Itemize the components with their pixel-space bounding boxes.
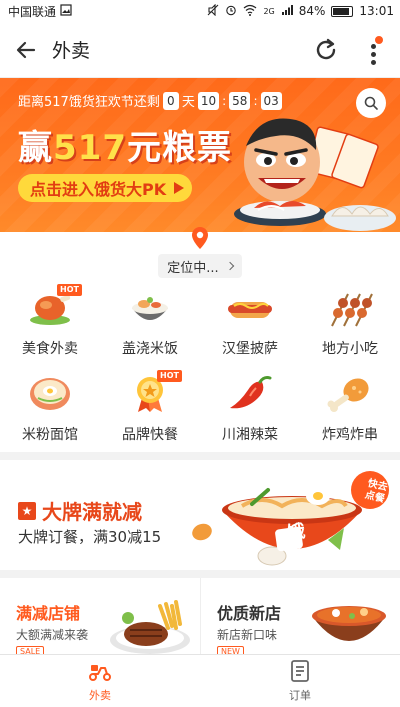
nav-takeout[interactable]: 外卖 — [0, 655, 200, 707]
wifi-icon — [243, 4, 257, 19]
category-item[interactable]: HOT 美食外卖 — [0, 280, 100, 366]
noodle-bowl-icon — [30, 378, 70, 410]
chevron-right-icon — [225, 261, 234, 271]
feature-cards: 满减店铺 大额满减来袭 SALE 优质新店 新店新口味 NEW — [0, 578, 400, 654]
chili-pepper-icon — [230, 376, 272, 409]
search-button[interactable] — [356, 88, 386, 118]
promo-subtitle: 大牌订餐，满30减15 — [18, 528, 162, 546]
battery-percent: 84% — [298, 4, 326, 18]
soup-bowl-illustration — [312, 606, 386, 641]
card-title: 优质新店 — [217, 604, 282, 623]
category-label: 美食外卖 — [22, 341, 78, 357]
card-title: 满减店铺 — [16, 604, 81, 623]
banner-headline: 赢517元粮票 — [18, 120, 232, 169]
hot-badge: HOT — [157, 370, 182, 382]
fried-drumstick-icon — [327, 378, 369, 412]
scooter-icon — [89, 665, 111, 681]
order-list-icon — [291, 660, 309, 682]
category-label: 川湘辣菜 — [222, 427, 278, 443]
category-item[interactable]: 地方小吃 — [300, 280, 400, 366]
countdown-prefix: 距离517饿货狂欢节还剩 — [18, 95, 160, 110]
countdown-separator: : — [253, 93, 258, 108]
pk-button-label: 点击进入饿货大PK — [30, 180, 167, 199]
cartoon-mascot-illustration — [234, 118, 396, 231]
sale-tag: SALE — [16, 646, 45, 654]
headline-prefix: 赢 — [18, 128, 53, 168]
more-dot — [371, 52, 376, 57]
promo-title-text: 大牌满就减 — [42, 500, 142, 524]
refresh-icon — [316, 38, 336, 60]
carrier-label: 中国联通 — [8, 4, 57, 19]
battery-icon — [331, 5, 354, 17]
location-section: 定位中... — [0, 227, 400, 280]
refresh-button[interactable] — [312, 36, 340, 64]
app-bar: 外卖 — [0, 22, 400, 78]
countdown-day-unit: 天 — [181, 95, 195, 110]
more-menu-button[interactable] — [360, 34, 386, 66]
location-selector[interactable]: 定位中... — [158, 254, 242, 278]
category-item[interactable]: 汉堡披萨 — [200, 280, 300, 366]
rice-bowl-icon — [132, 297, 168, 320]
category-item[interactable]: HOT 品牌快餐 — [100, 366, 200, 452]
page-title: 外卖 — [52, 40, 91, 62]
mute-icon — [207, 3, 219, 19]
category-label: 品牌快餐 — [122, 427, 178, 443]
bowl-character: 饿 — [285, 520, 307, 545]
countdown-hours: 10 — [197, 91, 220, 110]
arrow-left-icon — [16, 41, 36, 58]
category-item[interactable]: 盖浇米饭 — [100, 280, 200, 366]
countdown-separator: : — [222, 93, 227, 108]
category-grid: HOT 美食外卖 盖浇米饭 汉堡披萨 地方小吃 米粉面馆 HOT 品牌快餐 川湘… — [0, 280, 400, 452]
card-subtitle: 新店新口味 — [217, 628, 278, 642]
page: 中国联通 2G 84% 13:01 外卖 距离517饿货狂欢节还剩 0 天 10… — [0, 0, 400, 707]
category-label: 米粉面馆 — [22, 427, 78, 443]
steak-plate-illustration — [110, 600, 190, 654]
category-label: 地方小吃 — [322, 341, 378, 357]
category-item[interactable]: 米粉面馆 — [0, 366, 100, 452]
bottom-navigation: 外卖 订单 — [0, 654, 400, 707]
status-bar: 中国联通 2G 84% 13:01 — [0, 0, 400, 22]
headline-suffix: 元粮票 — [126, 128, 232, 168]
skewers-icon — [331, 293, 373, 327]
nav-label: 订单 — [289, 689, 311, 702]
countdown: 距离517饿货狂欢节还剩 0 天 10 : 58 : 03 — [18, 91, 282, 110]
location-pin-icon — [192, 227, 208, 249]
alarm-icon — [225, 4, 237, 19]
countdown-seconds: 03 — [260, 91, 282, 110]
category-label: 盖浇米饭 — [122, 341, 178, 357]
countdown-days: 0 — [162, 91, 179, 110]
more-dot — [371, 44, 376, 49]
category-label: 炸鸡炸串 — [322, 427, 378, 443]
clock: 13:01 — [359, 4, 394, 18]
new-tag: NEW — [217, 646, 244, 654]
location-label: 定位中... — [167, 260, 219, 276]
countdown-minutes: 58 — [229, 91, 251, 110]
back-button[interactable] — [0, 22, 52, 78]
discount-shops-card[interactable]: 满减店铺 大额满减来袭 SALE — [0, 578, 200, 654]
hotdog-icon — [228, 302, 272, 318]
promo-banner[interactable]: 距离517饿货狂欢节还剩 0 天 10 : 58 : 03 赢517元粮票 点击… — [0, 78, 400, 232]
network-type: 2G — [263, 6, 275, 16]
notification-badge — [375, 36, 383, 44]
signal-icon — [281, 4, 293, 19]
more-dot — [371, 60, 376, 65]
image-notification-icon — [60, 3, 72, 19]
pk-entry-button[interactable]: 点击进入饿货大PK — [18, 174, 193, 202]
nav-orders[interactable]: 订单 — [200, 655, 400, 707]
new-shops-card[interactable]: 优质新店 新店新口味 NEW — [200, 578, 400, 654]
category-item[interactable]: 炸鸡炸串 — [300, 366, 400, 452]
card-subtitle: 大额满减来袭 — [16, 628, 89, 642]
brand-discount-banner[interactable]: ★ 大牌满就减 大牌订餐，满30减15 饿 快去点餐 — [0, 460, 400, 570]
play-arrow-icon — [174, 182, 185, 194]
search-icon — [364, 96, 378, 110]
promo-title: ★ 大牌满就减 — [18, 496, 142, 525]
category-label: 汉堡披萨 — [222, 341, 278, 357]
hot-badge: HOT — [57, 284, 82, 296]
nav-label: 外卖 — [89, 689, 111, 702]
category-item[interactable]: 川湘辣菜 — [200, 366, 300, 452]
star-icon: ★ — [18, 501, 36, 520]
headline-number: 517 — [53, 128, 127, 168]
